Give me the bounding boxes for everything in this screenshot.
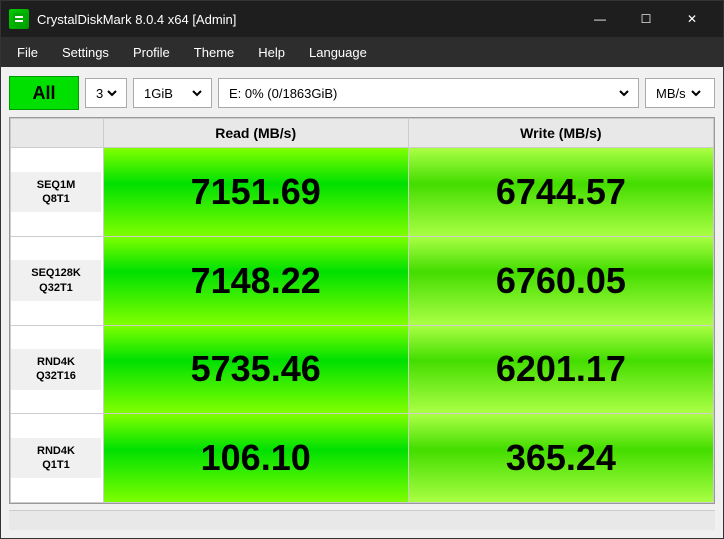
table-row: RND4K Q32T16 5735.46 6201.17: [11, 325, 714, 414]
read-value-rnd4k-q1t1: 106.10: [103, 414, 408, 503]
title-bar: CrystalDiskMark 8.0.4 x64 [Admin] — ☐ ✕: [1, 1, 723, 37]
read-value-seq128k: 7148.22: [103, 236, 408, 325]
label-line2: Q8T1: [42, 193, 70, 205]
status-bar: [9, 510, 715, 530]
label-line1: RND4K: [37, 356, 75, 368]
menu-help[interactable]: Help: [246, 41, 297, 64]
loops-select[interactable]: 3 1 5: [85, 78, 127, 108]
results-table: Read (MB/s) Write (MB/s) SEQ1M Q8T1 7151…: [10, 118, 714, 503]
size-dropdown[interactable]: 1GiB 512MiB 2GiB: [140, 85, 205, 102]
read-value-seq1m: 7151.69: [103, 148, 408, 237]
menu-bar: File Settings Profile Theme Help Languag…: [1, 37, 723, 67]
drive-dropdown[interactable]: E: 0% (0/1863GiB): [225, 85, 632, 102]
menu-theme[interactable]: Theme: [182, 41, 246, 64]
menu-language[interactable]: Language: [297, 41, 379, 64]
menu-profile[interactable]: Profile: [121, 41, 182, 64]
content-area: All 3 1 5 1GiB 512MiB 2GiB E: 0% (0/1863…: [1, 67, 723, 538]
label-line2: Q32T16: [36, 370, 76, 382]
row-label-rnd4k-q1t1: RND4K Q1T1: [11, 414, 104, 503]
table-row: SEQ128K Q32T1 7148.22 6760.05: [11, 236, 714, 325]
label-line1: RND4K: [37, 445, 75, 457]
toolbar: All 3 1 5 1GiB 512MiB 2GiB E: 0% (0/1863…: [9, 75, 715, 111]
window-controls: — ☐ ✕: [577, 1, 715, 37]
app-icon: [9, 9, 29, 29]
row-label-seq1m: SEQ1M Q8T1: [11, 148, 104, 237]
menu-settings[interactable]: Settings: [50, 41, 121, 64]
table-row: SEQ1M Q8T1 7151.69 6744.57: [11, 148, 714, 237]
table-header-row: Read (MB/s) Write (MB/s): [11, 119, 714, 148]
maximize-button[interactable]: ☐: [623, 1, 669, 37]
label-line2: Q32T1: [39, 282, 73, 294]
col-header-label: [11, 119, 104, 148]
close-button[interactable]: ✕: [669, 1, 715, 37]
write-value-rnd4k-q1t1: 365.24: [408, 414, 713, 503]
unit-select[interactable]: MB/s GB/s IOPS μs: [645, 78, 715, 108]
minimize-button[interactable]: —: [577, 1, 623, 37]
row-label-seq128k: SEQ128K Q32T1: [11, 236, 104, 325]
label-line1: SEQ128K: [31, 267, 81, 279]
loops-dropdown[interactable]: 3 1 5: [92, 85, 120, 102]
table-row: RND4K Q1T1 106.10 365.24: [11, 414, 714, 503]
col-header-read: Read (MB/s): [103, 119, 408, 148]
main-window: CrystalDiskMark 8.0.4 x64 [Admin] — ☐ ✕ …: [0, 0, 724, 539]
read-value-rnd4k-q32t16: 5735.46: [103, 325, 408, 414]
col-header-write: Write (MB/s): [408, 119, 713, 148]
drive-select[interactable]: E: 0% (0/1863GiB): [218, 78, 639, 108]
label-line2: Q1T1: [42, 459, 70, 471]
menu-file[interactable]: File: [5, 41, 50, 64]
write-value-rnd4k-q32t16: 6201.17: [408, 325, 713, 414]
window-title: CrystalDiskMark 8.0.4 x64 [Admin]: [37, 12, 577, 27]
unit-dropdown[interactable]: MB/s GB/s IOPS μs: [652, 85, 704, 102]
write-value-seq1m: 6744.57: [408, 148, 713, 237]
results-table-container: Read (MB/s) Write (MB/s) SEQ1M Q8T1 7151…: [9, 117, 715, 504]
label-line1: SEQ1M: [37, 179, 76, 191]
size-select[interactable]: 1GiB 512MiB 2GiB: [133, 78, 212, 108]
row-label-rnd4k-q32t16: RND4K Q32T16: [11, 325, 104, 414]
write-value-seq128k: 6760.05: [408, 236, 713, 325]
all-button[interactable]: All: [9, 76, 79, 110]
